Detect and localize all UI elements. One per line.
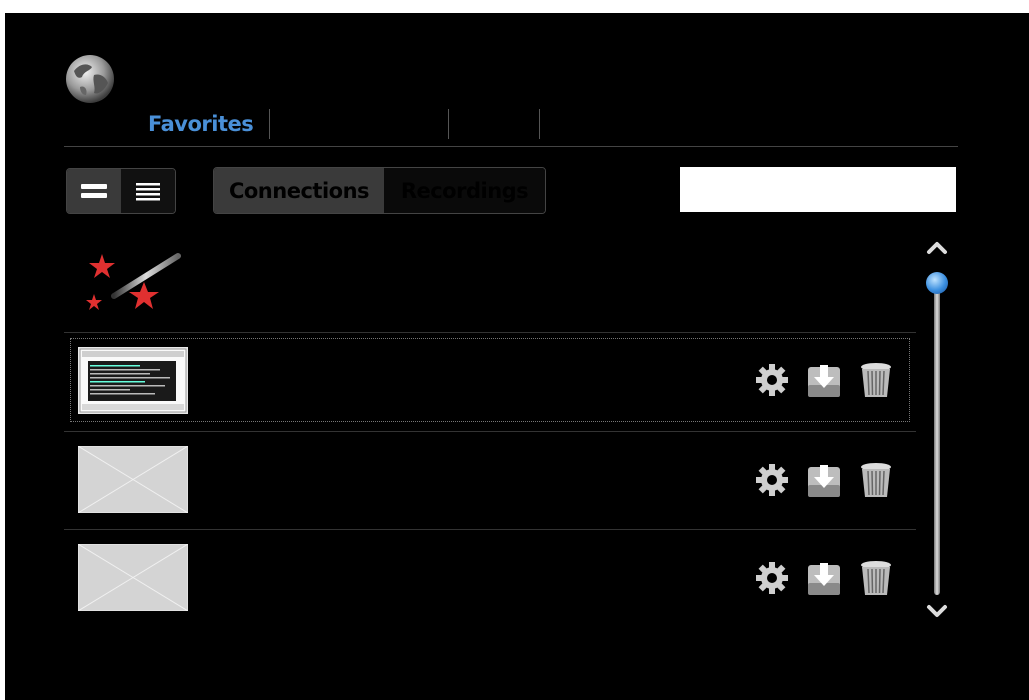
settings-button[interactable]: [754, 360, 790, 400]
source-segmented-control: Connections Recordings: [213, 167, 546, 214]
view-mode-toggle: [66, 168, 176, 214]
connections-segment[interactable]: Connections: [214, 168, 384, 213]
scrollbar-track[interactable]: [934, 285, 940, 595]
save-icon: [808, 465, 840, 497]
app-title: Connect: [143, 57, 269, 90]
tab-about[interactable]: About: [556, 112, 625, 136]
connection-row[interactable]: LinuxRemote1: [64, 432, 916, 528]
connection-thumbnail-placeholder: [78, 544, 188, 611]
connection-name: Research 6: [204, 354, 326, 378]
gear-icon: [756, 464, 788, 496]
compact-list-view-button[interactable]: [121, 169, 175, 213]
row-actions: [754, 460, 894, 500]
save-button[interactable]: [806, 460, 842, 500]
globe-icon: [66, 55, 114, 103]
settings-button[interactable]: [754, 460, 790, 500]
delete-button[interactable]: [858, 360, 894, 400]
gear-icon: [756, 364, 788, 396]
tab-separator: [269, 109, 271, 139]
trash-icon: [861, 363, 891, 397]
new-connection-label: New connection: [204, 270, 380, 294]
large-list-icon: [81, 184, 107, 198]
tab-separator: [538, 109, 540, 139]
trash-icon: [861, 561, 891, 595]
connection-status: Connected 01/28/2013 12:07:58: [204, 384, 555, 408]
connection-row[interactable]: Research 6 Connected 01/28/2013 12:07:58: [64, 338, 916, 430]
connection-thumbnail-placeholder: [78, 446, 188, 513]
delete-button[interactable]: [858, 460, 894, 500]
scrollbar-thumb[interactable]: [926, 272, 948, 294]
new-connection-row[interactable]: New connection: [64, 242, 916, 332]
header-divider: [64, 146, 958, 147]
gear-icon: [756, 562, 788, 594]
connection-name: LinuxRemote1: [204, 467, 362, 491]
compact-list-icon: [136, 183, 160, 201]
search-input[interactable]: [680, 167, 956, 212]
scroll-down-icon[interactable]: [925, 603, 949, 619]
scroll-up-icon[interactable]: [925, 240, 949, 256]
delete-button[interactable]: [858, 558, 894, 598]
magic-wand-icon: [86, 253, 181, 310]
save-icon: [808, 563, 840, 595]
settings-button[interactable]: [754, 558, 790, 598]
tab-separator: [447, 109, 449, 139]
save-button[interactable]: [806, 558, 842, 598]
row-actions: [754, 360, 894, 400]
row-divider: [64, 332, 916, 333]
tab-favorites[interactable]: Favorites: [148, 112, 254, 136]
connection-name: Research 1: [204, 566, 326, 590]
search-label: Search: [584, 175, 663, 199]
save-icon: [808, 365, 840, 397]
row-actions: [754, 558, 894, 598]
connection-row[interactable]: Research 1: [64, 530, 916, 626]
save-button[interactable]: [806, 360, 842, 400]
connection-thumbnail: [78, 347, 188, 414]
nav-tabs: Favorites Environment Style About: [148, 108, 624, 140]
trash-icon: [861, 463, 891, 497]
tab-environment[interactable]: Environment: [286, 112, 432, 136]
tab-style[interactable]: Style: [465, 112, 523, 136]
recordings-segment[interactable]: Recordings: [384, 168, 545, 213]
large-list-view-button[interactable]: [67, 169, 121, 213]
